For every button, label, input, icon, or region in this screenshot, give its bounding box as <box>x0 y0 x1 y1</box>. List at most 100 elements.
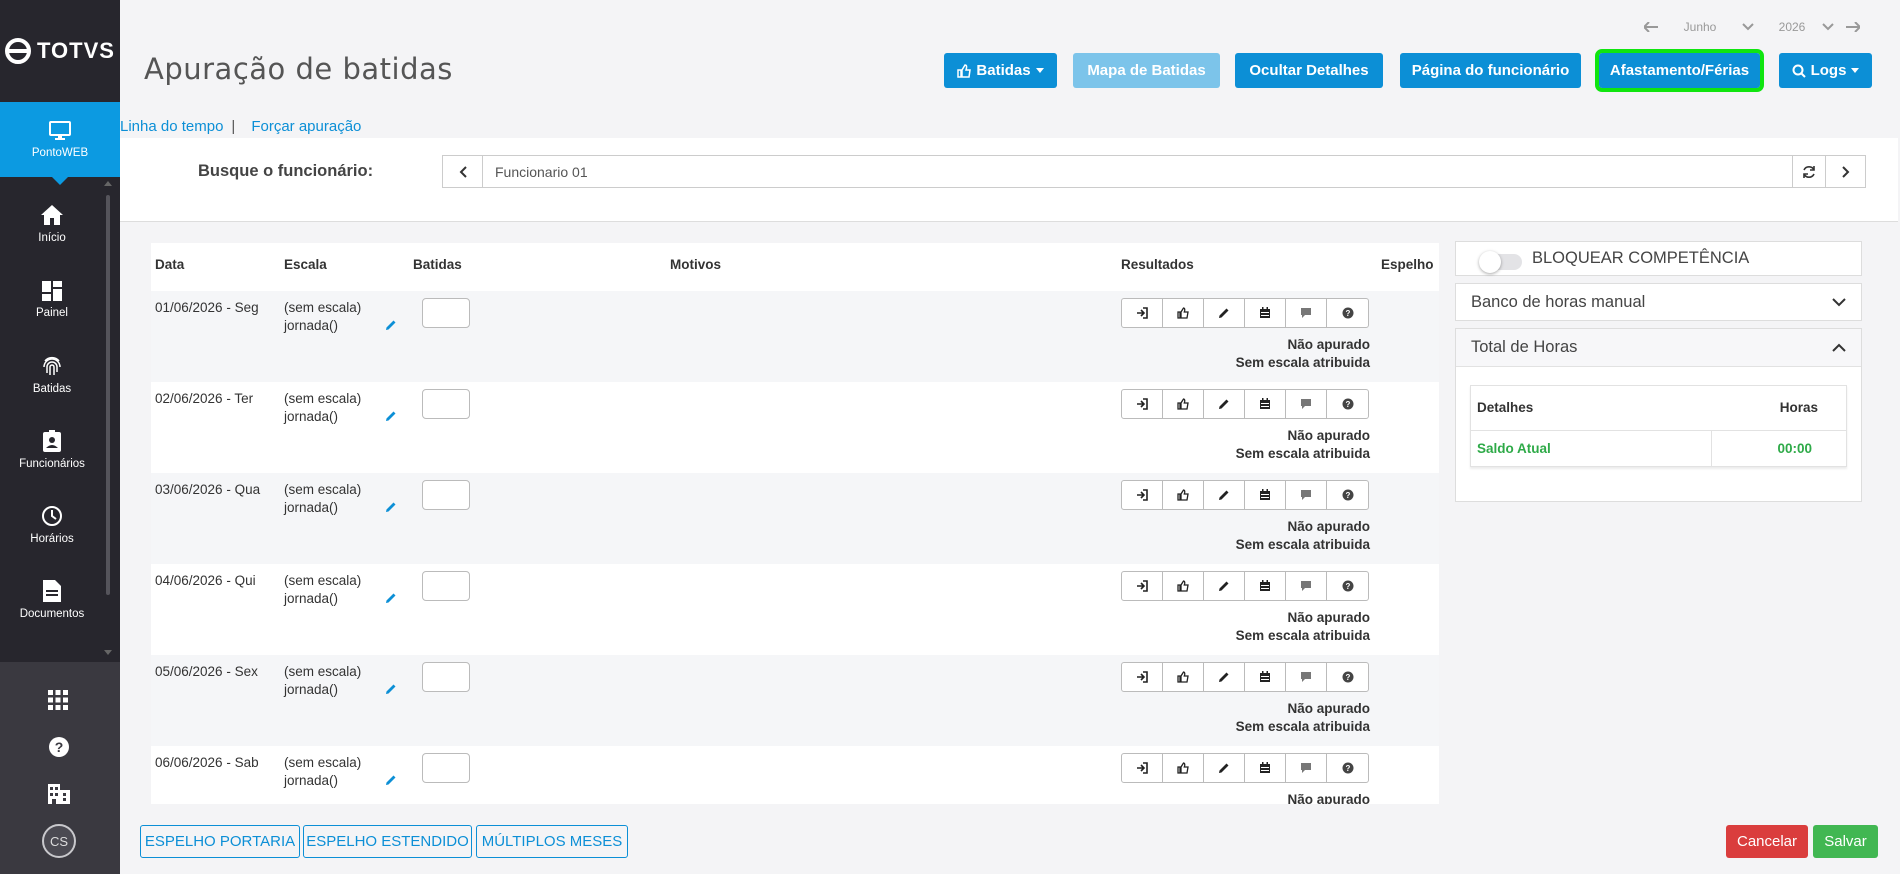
help-button[interactable]: ? <box>1327 754 1368 782</box>
entry-button[interactable] <box>1122 572 1163 600</box>
entry-button[interactable] <box>1122 481 1163 509</box>
edit-escala-icon[interactable] <box>385 683 397 695</box>
edit-escala-icon[interactable] <box>385 774 397 786</box>
sidebar-item-inicio[interactable]: Início <box>0 194 104 254</box>
employee-search-input[interactable]: Funcionario 01 <box>483 164 1792 180</box>
status-line: Sem escala atribuida <box>1235 355 1370 370</box>
entry-button[interactable] <box>1122 390 1163 418</box>
entry-button[interactable] <box>1122 754 1163 782</box>
refresh-button[interactable] <box>1792 156 1825 187</box>
batidas-dropdown-button[interactable]: Batidas <box>944 53 1057 88</box>
sidebar-item-label: Batidas <box>32 383 72 395</box>
arrow-right-icon[interactable] <box>1846 22 1860 32</box>
scroll-up-icon[interactable] <box>104 180 112 186</box>
forcar-apuracao-link[interactable]: Forçar apuração <box>251 118 361 135</box>
calendar-button[interactable] <box>1245 663 1286 691</box>
edit-button[interactable] <box>1204 663 1245 691</box>
month-select[interactable]: Junho <box>1670 20 1730 34</box>
ocultar-detalhes-button[interactable]: Ocultar Detalhes <box>1235 53 1383 88</box>
sidebar-item-horarios[interactable]: Horários <box>0 495 104 555</box>
edit-escala-icon[interactable] <box>385 501 397 513</box>
comment-button[interactable] <box>1286 663 1327 691</box>
chevron-down-icon[interactable] <box>1822 23 1834 31</box>
logo[interactable]: TOTVS <box>0 0 120 102</box>
multiplos-meses-button[interactable]: MÚLTIPLOS MESES <box>476 825 628 858</box>
next-employee-button[interactable] <box>1825 156 1865 187</box>
edit-escala-icon[interactable] <box>385 592 397 604</box>
year-select[interactable]: 2026 <box>1774 20 1810 34</box>
previous-employee-button[interactable] <box>443 156 483 187</box>
comment-button[interactable] <box>1286 754 1327 782</box>
help-button[interactable]: ? <box>1327 572 1368 600</box>
sidebar-item-documentos[interactable]: Documentos <box>0 570 104 630</box>
edit-escala-icon[interactable] <box>385 410 397 422</box>
approve-button[interactable] <box>1163 481 1204 509</box>
punch-input[interactable] <box>422 480 470 510</box>
help-button[interactable]: ? <box>1327 663 1368 691</box>
help-button[interactable]: ? <box>1327 299 1368 327</box>
page-title: Apuração de batidas <box>144 52 453 86</box>
calendar-icon <box>1260 671 1270 682</box>
linha-do-tempo-link[interactable]: Linha do tempo <box>120 118 223 135</box>
calendar-button[interactable] <box>1245 299 1286 327</box>
comment-button[interactable] <box>1286 390 1327 418</box>
refresh-icon <box>1803 165 1815 178</box>
chevron-up-icon[interactable] <box>1832 343 1846 352</box>
help-button[interactable]: ? <box>1327 481 1368 509</box>
sidebar-item-funcionarios[interactable]: Funcionários <box>0 420 104 480</box>
scroll-down-icon[interactable] <box>104 650 112 656</box>
approve-button[interactable] <box>1163 299 1204 327</box>
approve-button[interactable] <box>1163 390 1204 418</box>
banco-horas-panel[interactable]: Banco de horas manual <box>1455 283 1862 321</box>
help-icon[interactable]: ? <box>48 736 70 758</box>
punch-input[interactable] <box>422 753 470 783</box>
mapa-de-batidas-button[interactable]: Mapa de Batidas <box>1073 53 1220 88</box>
status-line: Não apurado <box>1287 792 1370 805</box>
sidebar-item-batidas[interactable]: Batidas <box>0 345 104 405</box>
calendar-button[interactable] <box>1245 754 1286 782</box>
logs-dropdown-button[interactable]: Logs <box>1779 53 1872 88</box>
avatar[interactable]: CS <box>42 824 76 858</box>
toggle-knob[interactable] <box>1479 251 1501 273</box>
comment-button[interactable] <box>1286 299 1327 327</box>
chevron-down-icon[interactable] <box>1832 298 1846 307</box>
chevron-down-icon[interactable] <box>1742 23 1754 31</box>
approve-button[interactable] <box>1163 754 1204 782</box>
building-icon[interactable] <box>48 784 70 804</box>
calendar-button[interactable] <box>1245 390 1286 418</box>
edit-button[interactable] <box>1204 572 1245 600</box>
sidebar-scrollbar[interactable] <box>106 195 110 595</box>
sidebar-item-painel[interactable]: Painel <box>0 270 104 330</box>
help-button[interactable]: ? <box>1327 390 1368 418</box>
entry-button[interactable] <box>1122 663 1163 691</box>
punch-input[interactable] <box>422 298 470 328</box>
calendar-button[interactable] <box>1245 572 1286 600</box>
apps-grid-icon[interactable] <box>48 690 68 710</box>
approve-button[interactable] <box>1163 572 1204 600</box>
calendar-button[interactable] <box>1245 481 1286 509</box>
comment-button[interactable] <box>1286 572 1327 600</box>
sidebar-item-pontoweb[interactable]: PontoWEB <box>0 102 120 185</box>
save-button[interactable]: Salvar <box>1813 825 1878 858</box>
status-line: Sem escala atribuida <box>1235 446 1370 461</box>
employee-search-card: Busque o funcionário: Funcionario 01 <box>120 138 1898 222</box>
espelho-portaria-button[interactable]: ESPELHO PORTARIA <box>140 825 300 858</box>
approve-button[interactable] <box>1163 663 1204 691</box>
logo-text: TOTVS <box>37 38 115 63</box>
afastamento-ferias-button[interactable]: Afastamento/Férias <box>1595 49 1764 92</box>
edit-escala-icon[interactable] <box>385 319 397 331</box>
edit-button[interactable] <box>1204 390 1245 418</box>
punch-input[interactable] <box>422 662 470 692</box>
edit-button[interactable] <box>1204 754 1245 782</box>
cancel-button[interactable]: Cancelar <box>1726 825 1808 858</box>
espelho-estendido-button[interactable]: ESPELHO ESTENDIDO <box>303 825 472 858</box>
punch-input[interactable] <box>422 389 470 419</box>
entry-button[interactable] <box>1122 299 1163 327</box>
comment-button[interactable] <box>1286 481 1327 509</box>
arrow-left-icon[interactable] <box>1644 22 1658 32</box>
punch-input[interactable] <box>422 571 470 601</box>
home-icon <box>41 205 63 225</box>
pagina-funcionario-button[interactable]: Página do funcionário <box>1400 53 1581 88</box>
edit-button[interactable] <box>1204 481 1245 509</box>
edit-button[interactable] <box>1204 299 1245 327</box>
